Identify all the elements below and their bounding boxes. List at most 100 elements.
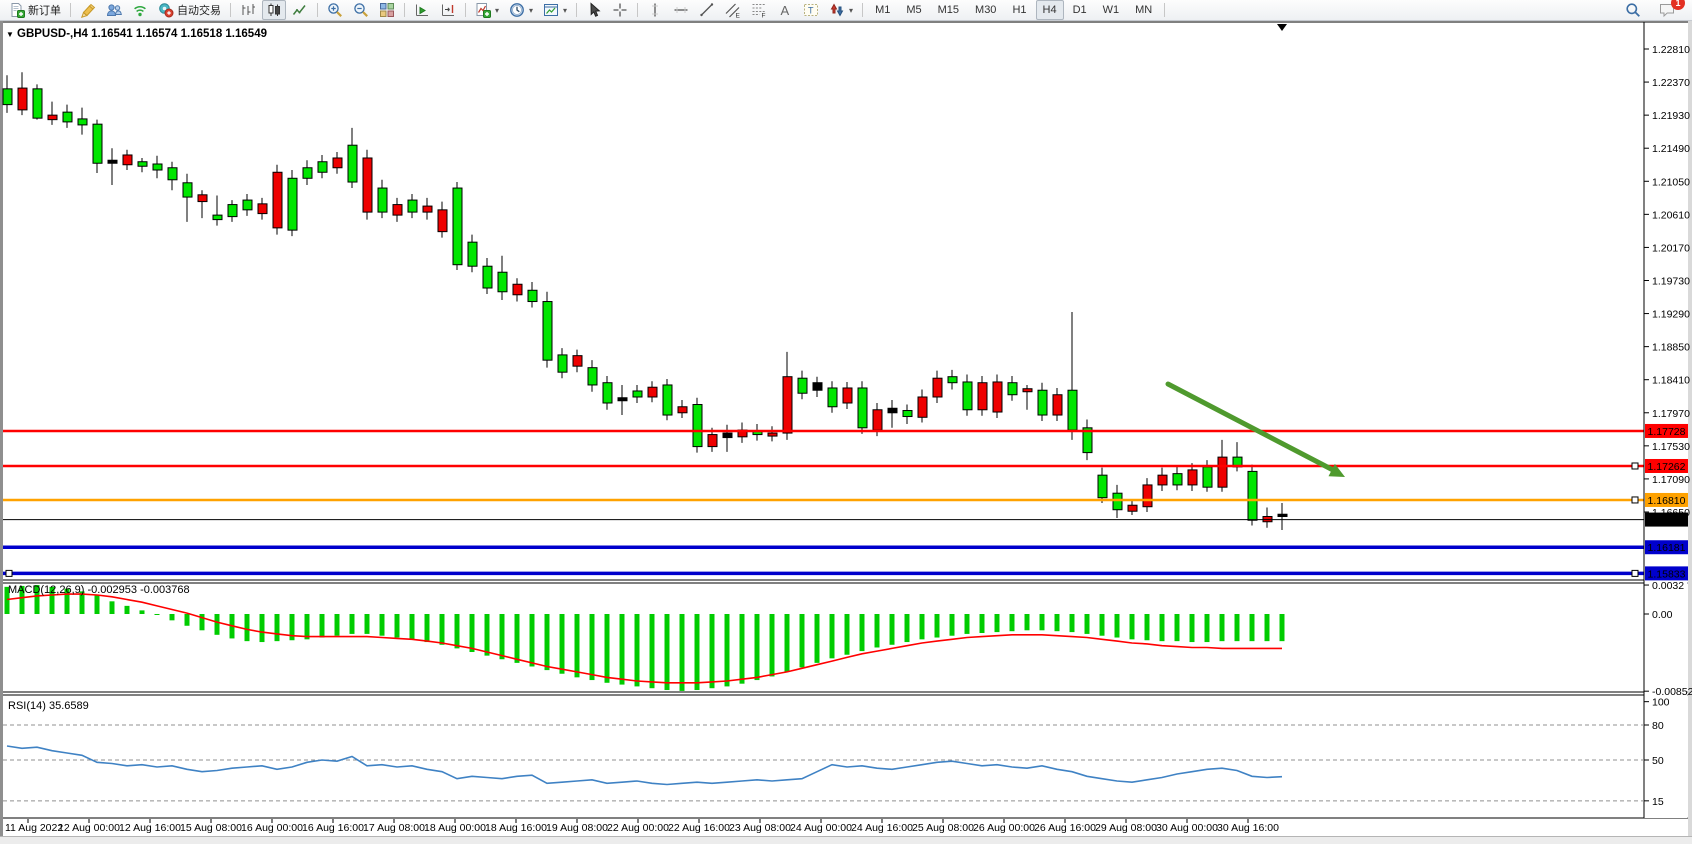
price-tick-label: 1.21490 xyxy=(1652,143,1690,155)
zoom-in-button[interactable] xyxy=(323,0,347,20)
autotrade-icon xyxy=(158,2,174,18)
date-axis-labels: 11 Aug 202212 Aug 00:0012 Aug 16:0015 Au… xyxy=(5,819,1279,834)
price-tag-label: 1.16181 xyxy=(1648,542,1686,554)
search-icon xyxy=(1625,2,1641,18)
toolbar-separator xyxy=(465,3,466,17)
date-tick-label: 25 Aug 08:00 xyxy=(912,822,974,834)
svg-text:F: F xyxy=(762,13,766,19)
templates-caret-icon[interactable]: ▾ xyxy=(563,6,567,15)
date-tick-label: 30 Aug 16:00 xyxy=(1217,822,1279,834)
tf-h4-button[interactable]: H4 xyxy=(1036,0,1064,20)
chart-shift-icon xyxy=(440,2,456,18)
periods-caret-icon[interactable]: ▾ xyxy=(529,6,533,15)
price-tick-label: 1.22370 xyxy=(1652,77,1690,89)
level-handle[interactable] xyxy=(6,570,12,576)
chart-window[interactable]: 1.228101.223701.219301.214901.210501.206… xyxy=(0,0,1692,844)
indicators-icon xyxy=(475,2,491,18)
zoom-out-button[interactable] xyxy=(349,0,373,20)
tf-d1-button[interactable]: D1 xyxy=(1066,0,1094,20)
toolbar-buttons: 新订单 自动交易 ▾ ▾ ▾ E F A T ▾ M1M5 M15 M30H1 H4 D1W1MN xyxy=(4,0,1169,20)
zoom-out-icon xyxy=(353,2,369,18)
chat-button[interactable]: 1 xyxy=(1655,0,1679,20)
community-button[interactable] xyxy=(102,0,126,20)
date-tick-label: 12 Aug 00:00 xyxy=(58,822,120,834)
price-tick-label: 1.19730 xyxy=(1652,275,1690,287)
toolbar-separator xyxy=(637,3,638,17)
trendline-icon xyxy=(699,2,715,18)
crosshair-button[interactable] xyxy=(608,0,632,20)
cursor-icon xyxy=(586,2,602,18)
window-left-edge xyxy=(0,21,3,844)
chart-dropdown-icon[interactable]: ▼ xyxy=(6,30,14,39)
tf-m1-button[interactable]: M1 xyxy=(868,0,897,20)
tf-m5-button[interactable]: M5 xyxy=(899,0,928,20)
toolbar-right-buttons: 1 xyxy=(1620,0,1688,20)
channel-button[interactable]: E xyxy=(721,0,745,20)
label-button[interactable]: T xyxy=(799,0,823,20)
tf-m15-button[interactable]: M15 xyxy=(931,0,966,20)
vline-button[interactable] xyxy=(643,0,667,20)
tf-m15-label: M15 xyxy=(935,4,962,16)
toolbar-separator xyxy=(1164,3,1165,17)
templates-button[interactable]: ▾ xyxy=(539,0,571,20)
date-tick-label: 29 Aug 08:00 xyxy=(1095,822,1157,834)
chart-bars-button[interactable] xyxy=(236,0,260,20)
level-handle[interactable] xyxy=(1632,570,1638,576)
toolbar-separator xyxy=(70,3,71,17)
community-icon xyxy=(106,2,122,18)
indicators-caret-icon[interactable]: ▾ xyxy=(495,6,499,15)
rsi-indicator-label: RSI(14) 35.6589 xyxy=(8,700,89,712)
chart-graphics: 1.228101.223701.219301.214901.210501.206… xyxy=(0,21,1692,844)
chart-line-icon xyxy=(292,2,308,18)
indicators-button[interactable]: ▾ xyxy=(471,0,503,20)
window-background xyxy=(0,21,1692,844)
price-tick-label: 1.20610 xyxy=(1652,209,1690,221)
autotrade-label: 自动交易 xyxy=(177,2,221,18)
price-tick-label: 1.21930 xyxy=(1652,110,1690,122)
autoscroll-button[interactable] xyxy=(410,0,434,20)
tile-windows-icon xyxy=(379,2,395,18)
periods-button[interactable]: ▾ xyxy=(505,0,537,20)
new-order-button[interactable]: 新订单 xyxy=(5,0,65,20)
date-tick-label: 24 Aug 16:00 xyxy=(851,822,913,834)
fibonacci-button[interactable]: F xyxy=(747,0,771,20)
chart-shift-button[interactable] xyxy=(436,0,460,20)
hline-button[interactable] xyxy=(669,0,693,20)
text-button[interactable]: A xyxy=(773,0,797,20)
signal-button[interactable] xyxy=(128,0,152,20)
tile-windows-button[interactable] xyxy=(375,0,399,20)
arrows-icon xyxy=(829,2,845,18)
chart-candles-button[interactable] xyxy=(262,0,286,20)
price-tag-label: 1.17728 xyxy=(1648,426,1686,438)
svg-text:A: A xyxy=(781,3,790,18)
svg-text:E: E xyxy=(736,13,741,19)
tf-w1-button[interactable]: W1 xyxy=(1096,0,1127,20)
hline-icon xyxy=(673,2,689,18)
tf-mn-button[interactable]: MN xyxy=(1128,0,1159,20)
date-tick-label: 24 Aug 00:00 xyxy=(790,822,852,834)
vline-icon xyxy=(647,2,663,18)
price-tag-label: 1.17262 xyxy=(1648,461,1686,473)
price-tick-label: 1.18850 xyxy=(1652,342,1690,354)
arrows-caret-icon[interactable]: ▾ xyxy=(849,6,853,15)
arrows-button[interactable]: ▾ xyxy=(825,0,857,20)
cursor-button[interactable] xyxy=(582,0,606,20)
date-tick-label: 23 Aug 08:00 xyxy=(729,822,791,834)
trendline-button[interactable] xyxy=(695,0,719,20)
price-tick-label: 1.17970 xyxy=(1652,408,1690,420)
date-tick-label: 30 Aug 00:00 xyxy=(1156,822,1218,834)
search-button[interactable] xyxy=(1621,0,1645,20)
date-tick-label: 16 Aug 16:00 xyxy=(302,822,364,834)
toolbar-separator xyxy=(317,3,318,17)
crayon-button[interactable] xyxy=(76,0,100,20)
chart-line-button[interactable] xyxy=(288,0,312,20)
svg-text:T: T xyxy=(808,6,814,16)
level-handle[interactable] xyxy=(1632,463,1638,469)
autotrade-button[interactable]: 自动交易 xyxy=(154,0,225,20)
tf-h4-label: H4 xyxy=(1040,4,1060,16)
level-handle[interactable] xyxy=(1632,497,1638,503)
tf-m30-button[interactable]: M30 xyxy=(968,0,1003,20)
tf-h1-button[interactable]: H1 xyxy=(1005,0,1033,20)
price-tick-label: 1.17530 xyxy=(1652,441,1690,453)
date-tick-label: 11 Aug 2022 xyxy=(5,822,63,834)
